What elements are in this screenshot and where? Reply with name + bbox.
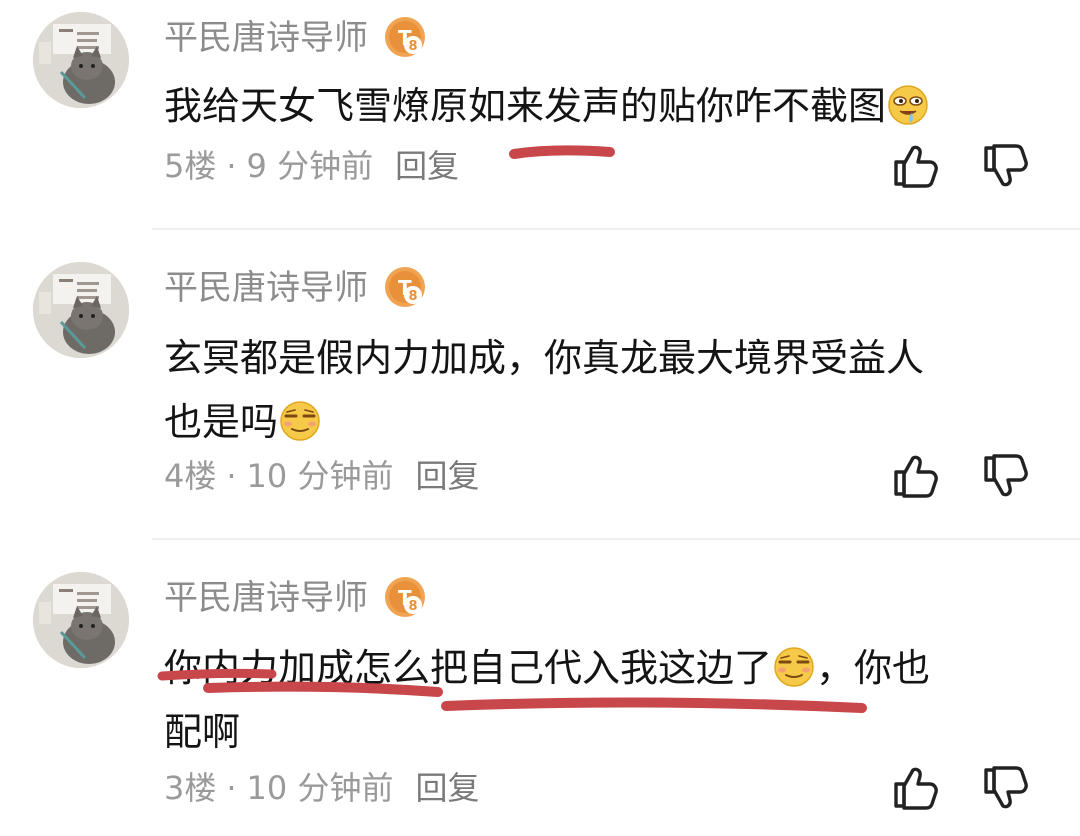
comment-item: 平民唐诗导师 8 我给天女飞雪燎原如来发声的贴你咋不截图 5楼 · 9 分钟前 回复 bbox=[0, 0, 1080, 230]
thumbs-down-icon[interactable] bbox=[980, 142, 1030, 190]
comment-time: 10 分钟前 bbox=[246, 769, 394, 807]
reply-button[interactable]: 回复 bbox=[415, 457, 479, 495]
comment-text: ，你也 bbox=[816, 646, 931, 690]
smirk-face-emoji-icon bbox=[772, 645, 816, 689]
comment-content: 玄冥都是假内力加成，你真龙最大境界受益人 也是吗 bbox=[164, 326, 1024, 454]
comment-time: 10 分钟前 bbox=[246, 457, 394, 495]
floor-number: 3楼 bbox=[164, 769, 217, 807]
comment-content: 我给天女飞雪燎原如来发声的贴你咋不截图 bbox=[164, 74, 1024, 138]
avatar[interactable] bbox=[33, 572, 129, 668]
drooling-face-emoji-icon bbox=[886, 83, 930, 127]
thumbs-up-icon[interactable] bbox=[890, 142, 940, 190]
comment-text: 你内力加成怎么把自己代入我这边了 bbox=[164, 646, 773, 690]
comment-text: 玄冥都是假内力加成，你真龙最大境界受益人 bbox=[164, 336, 925, 380]
level-badge-icon: 8 bbox=[384, 576, 426, 618]
username[interactable]: 平民唐诗导师 bbox=[164, 576, 368, 620]
thumbs-down-icon[interactable] bbox=[980, 764, 1030, 812]
comment-text: 也是吗 bbox=[164, 400, 279, 444]
reply-button[interactable]: 回复 bbox=[395, 147, 459, 185]
comment-meta: 4楼 · 10 分钟前 回复 bbox=[164, 454, 479, 498]
thumbs-down-icon[interactable] bbox=[980, 452, 1030, 500]
comment-meta: 3楼 · 10 分钟前 回复 bbox=[164, 766, 479, 810]
avatar[interactable] bbox=[33, 262, 129, 358]
username[interactable]: 平民唐诗导师 bbox=[164, 16, 368, 60]
comment-text: 配啊 bbox=[164, 710, 241, 754]
thumbs-up-icon[interactable] bbox=[890, 764, 940, 812]
comment-item: 平民唐诗导师 8 你内力加成怎么把自己代入我这边了 ，你也 配啊 3楼 · 10 分钟… bbox=[0, 540, 1080, 836]
level-badge-icon: 8 bbox=[384, 266, 426, 308]
meta-separator: · bbox=[226, 769, 237, 807]
avatar[interactable] bbox=[33, 12, 129, 108]
meta-separator: · bbox=[226, 147, 237, 185]
reply-button[interactable]: 回复 bbox=[415, 769, 479, 807]
comment-time: 9 分钟前 bbox=[246, 147, 374, 185]
level-number: 8 bbox=[408, 39, 417, 54]
level-badge-icon: 8 bbox=[384, 16, 426, 58]
comment-item: 平民唐诗导师 8 玄冥都是假内力加成，你真龙最大境界受益人 也是吗 4楼 · 10 … bbox=[0, 230, 1080, 538]
floor-number: 5楼 bbox=[164, 147, 217, 185]
username[interactable]: 平民唐诗导师 bbox=[164, 266, 368, 310]
meta-separator: · bbox=[226, 457, 237, 495]
comment-content: 你内力加成怎么把自己代入我这边了 ，你也 配啊 bbox=[164, 636, 1024, 764]
floor-number: 4楼 bbox=[164, 457, 217, 495]
thumbs-up-icon[interactable] bbox=[890, 452, 940, 500]
comment-text: 我给天女飞雪燎原如来发声的贴你咋不截图 bbox=[164, 84, 887, 128]
level-number: 8 bbox=[408, 599, 417, 614]
smirk-face-emoji-icon bbox=[278, 399, 322, 443]
comment-meta: 5楼 · 9 分钟前 回复 bbox=[164, 144, 459, 188]
level-number: 8 bbox=[408, 289, 417, 304]
